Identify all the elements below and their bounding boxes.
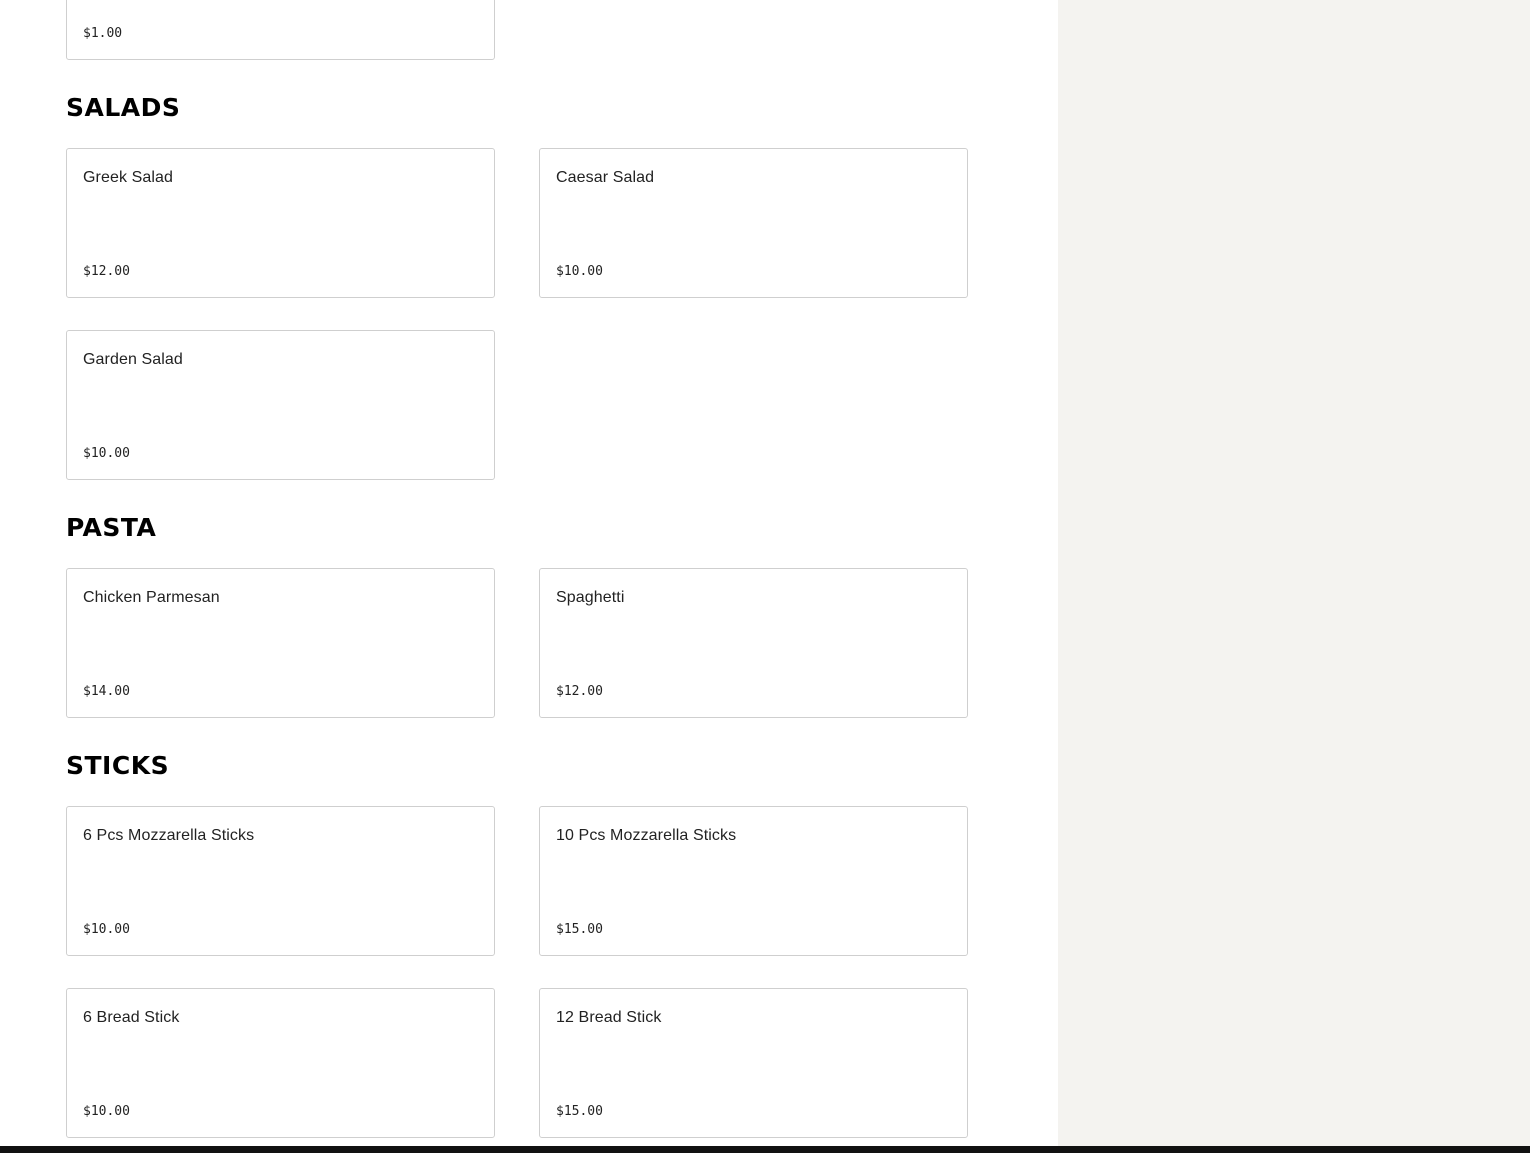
section-title-sticks: STICKS xyxy=(66,751,170,780)
page: $1.00 SALADS Greek Salad $12.00 Caesar S… xyxy=(0,0,1530,1153)
menu-item-price: $14.00 xyxy=(83,684,130,699)
menu-item-card[interactable]: 12 Bread Stick $15.00 xyxy=(539,988,968,1138)
menu-item-card[interactable]: 10 Pcs Mozzarella Sticks $15.00 xyxy=(539,806,968,956)
menu-item-price: $15.00 xyxy=(556,922,603,937)
menu-item-price: $10.00 xyxy=(83,446,130,461)
menu-item-price: $10.00 xyxy=(556,264,603,279)
menu-item-card[interactable]: Garden Salad $10.00 xyxy=(66,330,495,480)
section-title-pasta: PASTA xyxy=(66,513,157,542)
menu-item-price: $12.00 xyxy=(83,264,130,279)
menu-item-card[interactable]: $1.00 xyxy=(66,0,495,60)
menu-item-name: 6 Pcs Mozzarella Sticks xyxy=(83,827,255,844)
menu-item-price: $10.00 xyxy=(83,922,130,937)
menu-item-price: $1.00 xyxy=(83,26,123,41)
menu-item-price: $12.00 xyxy=(556,684,603,699)
menu-item-price: $15.00 xyxy=(556,1104,603,1119)
menu-item-name: Spaghetti xyxy=(556,589,625,606)
menu-item-name: Chicken Parmesan xyxy=(83,589,220,606)
menu-item-name: Caesar Salad xyxy=(556,169,655,186)
menu-item-card[interactable]: Spaghetti $12.00 xyxy=(539,568,968,718)
menu-item-card[interactable]: Greek Salad $12.00 xyxy=(66,148,495,298)
menu-item-name: Garden Salad xyxy=(83,351,183,368)
menu-item-card[interactable]: Chicken Parmesan $14.00 xyxy=(66,568,495,718)
menu-list: $1.00 SALADS Greek Salad $12.00 Caesar S… xyxy=(0,0,1058,1146)
menu-item-name: 12 Bread Stick xyxy=(556,1009,662,1026)
menu-item-price: $10.00 xyxy=(83,1104,130,1119)
menu-item-name: 6 Bread Stick xyxy=(83,1009,180,1026)
bottom-bar xyxy=(0,1146,1530,1153)
menu-item-card[interactable]: 6 Pcs Mozzarella Sticks $10.00 xyxy=(66,806,495,956)
side-panel xyxy=(1058,0,1530,1146)
menu-item-name: Greek Salad xyxy=(83,169,174,186)
menu-item-name: 10 Pcs Mozzarella Sticks xyxy=(556,827,737,844)
section-title-salads: SALADS xyxy=(66,93,181,122)
menu-item-card[interactable]: 6 Bread Stick $10.00 xyxy=(66,988,495,1138)
menu-item-card[interactable]: Caesar Salad $10.00 xyxy=(539,148,968,298)
